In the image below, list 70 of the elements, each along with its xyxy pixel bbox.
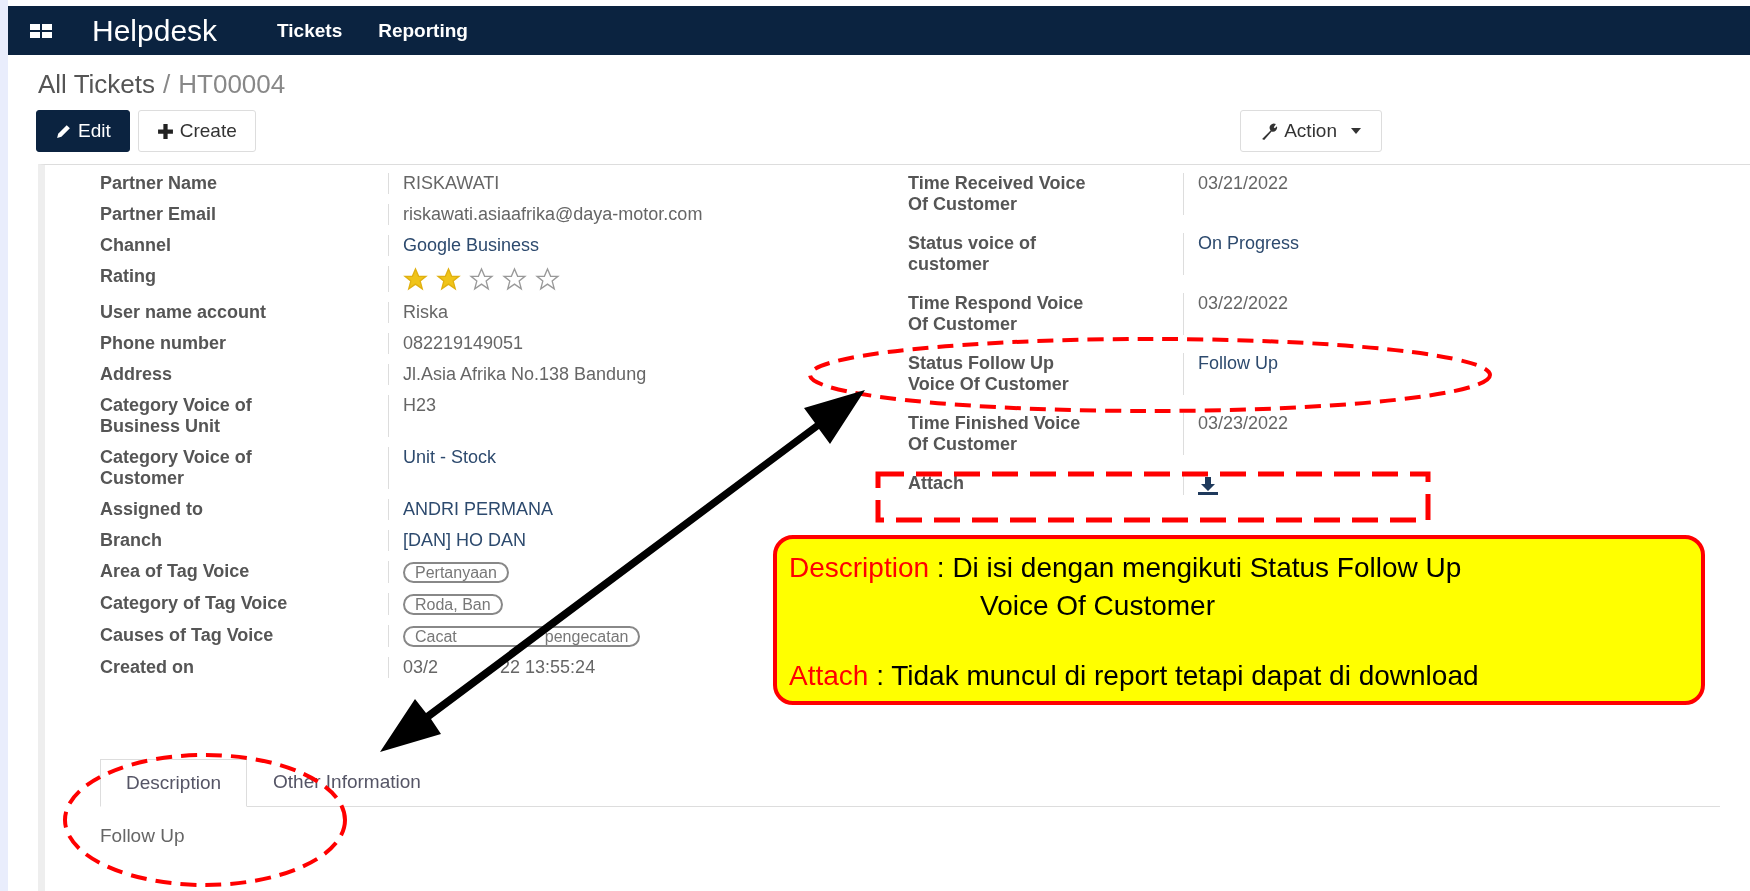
plus-icon xyxy=(156,122,174,140)
field-label: Time Received Voice Of Customer xyxy=(908,173,1087,215)
field-label: Area of Tag Voice xyxy=(100,561,251,583)
field-link[interactable]: On Progress xyxy=(1198,233,1300,254)
field-value: 03/22/2022 xyxy=(1198,293,1289,314)
note-label: Attach xyxy=(789,660,869,691)
note-text: : Tidak muncul di report tetapi dapat di download xyxy=(876,660,1479,691)
field-link[interactable]: [DAN] HO DAN xyxy=(403,530,526,551)
field-value: 03/23/2022 xyxy=(1198,413,1289,434)
star-icon[interactable] xyxy=(436,267,461,292)
note-text: Voice Of Customer xyxy=(979,589,1216,623)
nav-menu-item[interactable]: Reporting xyxy=(378,19,468,42)
wrench-icon xyxy=(1261,122,1279,140)
tab[interactable]: Other Information xyxy=(247,758,447,806)
field-label: Time Respond Voice Of Customer xyxy=(908,293,1085,335)
note-label: Description xyxy=(789,552,930,583)
pencil-icon xyxy=(55,122,72,140)
breadcrumb-separator: / xyxy=(163,69,171,100)
apps-menu-icon[interactable] xyxy=(30,23,52,38)
star-icon[interactable] xyxy=(535,267,560,292)
note-text: : Di isi dengan mengikuti Status Follow Up xyxy=(936,552,1462,583)
field-label: Status voice of customer xyxy=(908,233,1038,275)
field-label: Created on xyxy=(100,657,196,678)
tag-text: pengecatan xyxy=(544,628,629,645)
download-icon[interactable] xyxy=(1198,477,1218,495)
create-button[interactable]: Create xyxy=(137,110,256,152)
field-value: Jl.Asia Afrika No.138 Bandung xyxy=(403,364,647,385)
field-label: Time Finished Voice Of Customer xyxy=(908,413,1082,455)
field-label: Category of Tag Voice xyxy=(100,593,289,615)
star-icon[interactable] xyxy=(469,267,494,292)
field-label: Category Voice of Customer xyxy=(100,447,253,489)
star-rating[interactable] xyxy=(403,266,560,292)
field-label: Channel xyxy=(100,235,172,256)
field-link[interactable]: Follow Up xyxy=(1198,353,1279,374)
field-value: RISKAWATI xyxy=(403,173,500,194)
tab[interactable]: Description xyxy=(100,759,248,807)
tag-text: Pertanyaan xyxy=(415,564,497,581)
field-label: Partner Email xyxy=(100,204,218,225)
tag-text: Cacat xyxy=(415,628,457,645)
description-text: Follow Up xyxy=(100,825,186,847)
field-label: User name account xyxy=(100,302,268,323)
field-value: Riska xyxy=(403,302,448,323)
field-link[interactable]: Unit - Stock xyxy=(403,447,497,468)
field-value: 082219149051 xyxy=(403,333,524,354)
caret-icon xyxy=(1351,128,1361,134)
field-label: Address xyxy=(100,364,174,385)
field-link[interactable]: ANDRI PERMANA xyxy=(403,499,554,520)
field-label: Attach xyxy=(908,473,965,495)
field-label: Branch xyxy=(100,530,163,551)
field-label: Phone number xyxy=(100,333,227,354)
star-icon[interactable] xyxy=(502,267,527,292)
field-link[interactable]: Google Business xyxy=(403,235,540,256)
field-label: Causes of Tag Voice xyxy=(100,625,275,647)
field-label: Status Follow Up Voice Of Customer xyxy=(908,353,1070,395)
field-value: H23 xyxy=(403,395,437,416)
nav-menu-item[interactable]: Tickets xyxy=(277,19,343,42)
star-icon[interactable] xyxy=(403,267,428,292)
tag-text: Roda, Ban xyxy=(415,596,491,613)
field-value: riskawati.asiaafrika@daya-motor.com xyxy=(403,204,703,225)
field-value: 03/2 xyxy=(403,657,439,678)
field-label: Category Voice of Business Unit xyxy=(100,395,253,437)
field-label: Partner Name xyxy=(100,173,219,194)
field-label: Assigned to xyxy=(100,499,204,520)
action-dropdown[interactable]: Action xyxy=(1240,110,1382,152)
field-label: Rating xyxy=(100,266,157,288)
breadcrumb-link[interactable]: All Tickets xyxy=(38,69,156,100)
edit-button[interactable]: Edit xyxy=(36,110,130,152)
field-value: 03/21/2022 xyxy=(1198,173,1289,194)
breadcrumb-current: HT00004 xyxy=(178,69,286,100)
app-title: Helpdesk xyxy=(92,13,218,48)
